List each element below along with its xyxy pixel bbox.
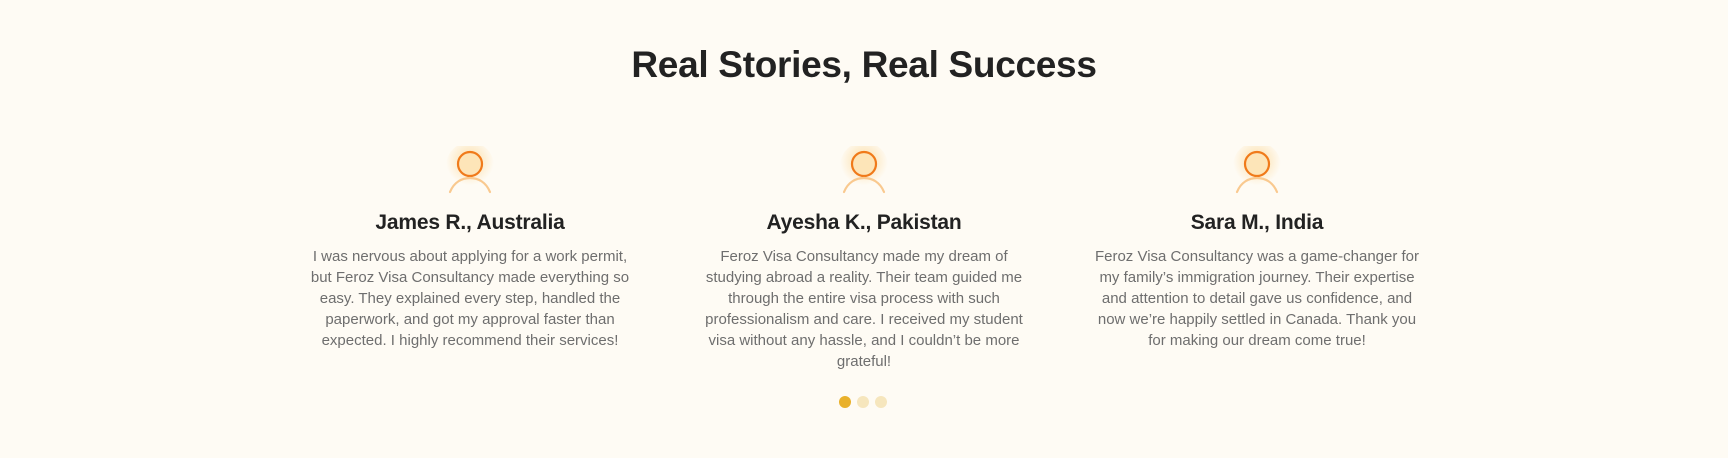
testimonial-card: James R., Australia I was nervous about … <box>295 146 645 351</box>
testimonial-quote: Feroz Visa Consultancy made my dream of … <box>705 248 1023 370</box>
testimonial-name: James R., Australia <box>375 211 565 234</box>
testimonials-section: Real Stories, Real Success James R., Aus… <box>0 0 1728 458</box>
testimonial-card: Sara M., India Feroz Visa Consultancy wa… <box>1082 146 1432 351</box>
carousel-dot-2[interactable] <box>857 396 869 408</box>
testimonial-name: Ayesha K., Pakistan <box>766 211 962 234</box>
carousel-pagination <box>839 396 887 408</box>
carousel-dot-3[interactable] <box>875 396 887 408</box>
user-icon <box>838 146 890 198</box>
section-title: Real Stories, Real Success <box>631 44 1097 85</box>
carousel-dot-1[interactable] <box>839 396 851 408</box>
testimonial-quote: Feroz Visa Consultancy was a game-change… <box>1094 248 1420 349</box>
testimonial-name: Sara M., India <box>1190 211 1324 234</box>
user-icon <box>444 146 496 198</box>
user-icon <box>1231 146 1283 198</box>
testimonial-card: Ayesha K., Pakistan Feroz Visa Consultan… <box>689 146 1039 372</box>
testimonial-quote: I was nervous about applying for a work … <box>310 248 630 349</box>
